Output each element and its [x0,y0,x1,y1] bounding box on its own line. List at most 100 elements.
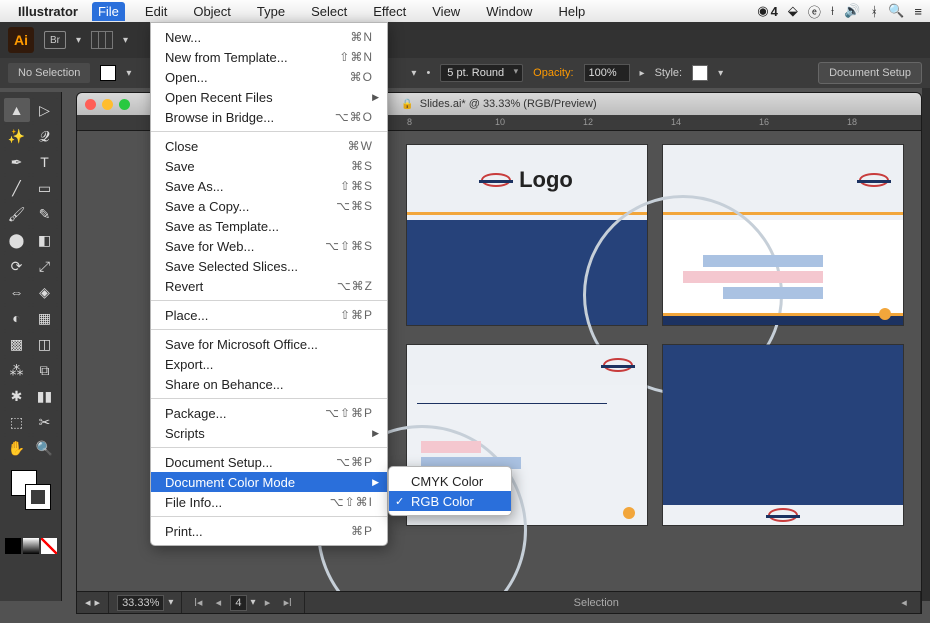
type-tool[interactable]: T [32,150,58,174]
artboard-2[interactable] [663,145,903,325]
first-artboard-icon[interactable]: l◂ [190,596,206,609]
prev-icon[interactable]: ◂ [85,596,91,609]
zoom-input[interactable]: 33.33% [117,595,164,611]
width-tool[interactable]: ⇔ [4,280,30,304]
menu-item-new[interactable]: New...⌘N [151,27,387,47]
menu-item-print[interactable]: Print...⌘P [151,521,387,541]
document-setup-button[interactable]: Document Setup [818,62,922,84]
chevron-right-icon[interactable]: ▸ [640,68,645,79]
menu-view[interactable]: View [426,2,466,21]
menu-window[interactable]: Window [480,2,538,21]
pencil-tool[interactable]: ✎ [32,202,58,226]
menu-item-close[interactable]: Close⌘W [151,136,387,156]
artboard-tool[interactable]: ⬚ [4,410,30,434]
menu-item-scripts[interactable]: Scripts [151,423,387,443]
eraser-tool[interactable]: ◧ [32,228,58,252]
menu-item-save-for-microsoft-office[interactable]: Save for Microsoft Office... [151,334,387,354]
blend-tool[interactable]: ⧉ [32,358,58,382]
selection-tool[interactable]: ▲ [4,98,30,122]
paintbrush-tool[interactable]: 🖌 [4,202,30,226]
menu-edit[interactable]: Edit [139,2,173,21]
file-menu[interactable]: New...⌘NNew from Template...⇧⌘NOpen...⌘O… [150,22,388,546]
notification-icon[interactable]: ≡ [914,4,922,19]
menu-item-export[interactable]: Export... [151,354,387,374]
arrange-documents-icon[interactable] [91,31,113,49]
menu-help[interactable]: Help [552,2,591,21]
shape-builder-tool[interactable]: ◐ [4,306,30,330]
window-minimize-icon[interactable] [102,99,113,110]
direct-selection-tool[interactable]: ▷ [32,98,58,122]
magic-wand-tool[interactable]: ✨ [4,124,30,148]
menu-item-open[interactable]: Open...⌘O [151,67,387,87]
zoom-tool[interactable]: 🔍 [32,436,58,460]
menu-item-save[interactable]: Save⌘S [151,156,387,176]
menu-item-save-as[interactable]: Save As...⇧⌘S [151,176,387,196]
menu-item-document-color-mode[interactable]: Document Color Mode [151,472,387,492]
cc-icon[interactable]: ◉ 4 [757,3,778,19]
blob-brush-tool[interactable]: ⬤ [4,228,30,252]
menu-item-save-selected-slices[interactable]: Save Selected Slices... [151,256,387,276]
chevron-down-icon[interactable]: ▾ [126,68,131,79]
menu-item-browse-in-bridge[interactable]: Browse in Bridge...⌥⌘O [151,107,387,127]
column-graph-tool[interactable]: ▮▮ [32,384,58,408]
dropbox-icon[interactable]: ⬙ [788,3,798,19]
fill-swatch[interactable] [100,65,116,81]
spotlight-icon[interactable]: 🔍 [888,3,904,19]
menu-item-save-a-copy[interactable]: Save a Copy...⌥⌘S [151,196,387,216]
line-tool[interactable]: ╱ [4,176,30,200]
menu-item-revert[interactable]: Revert⌥⌘Z [151,276,387,296]
document-color-mode-submenu[interactable]: CMYK Color✓RGB Color [388,466,512,516]
hand-tool[interactable]: ✋ [4,436,30,460]
pen-tool[interactable]: ✒ [4,150,30,174]
bluetooth-icon[interactable]: ᚼ [870,4,878,19]
menu-item-share-on-behance[interactable]: Share on Behance... [151,374,387,394]
artboard-4[interactable] [663,345,903,525]
gradient-tool[interactable]: ◫ [32,332,58,356]
menu-item-file-info[interactable]: File Info...⌥⇧⌘I [151,492,387,512]
submenu-item-cmyk-color[interactable]: CMYK Color [389,471,511,491]
prev-artboard-icon[interactable]: ◂ [210,596,226,609]
free-transform-tool[interactable]: ◈ [32,280,58,304]
color-mode-swatches[interactable] [5,538,57,554]
window-close-icon[interactable] [85,99,96,110]
volume-icon[interactable]: 🔊 [844,3,860,19]
panel-dock[interactable] [922,88,930,601]
slice-tool[interactable]: ✂ [32,410,58,434]
wifi-icon[interactable]: ⟊ [831,3,834,19]
menu-item-package[interactable]: Package...⌥⇧⌘P [151,403,387,423]
chevron-down-icon[interactable]: ▾ [411,68,416,79]
mesh-tool[interactable]: ▩ [4,332,30,356]
chevron-down-icon[interactable]: ▾ [76,35,81,46]
chevron-down-icon[interactable]: ▾ [718,68,723,79]
window-maximize-icon[interactable] [119,99,130,110]
sync-icon[interactable]: ⓔ [808,2,821,21]
eyedropper-tool[interactable]: ⁂ [4,358,30,382]
chevron-down-icon[interactable]: ▾ [123,35,128,46]
scroll-left-icon[interactable]: ◂ [896,596,912,609]
menu-item-save-for-web[interactable]: Save for Web...⌥⇧⌘S [151,236,387,256]
rotate-tool[interactable]: ⟳ [4,254,30,278]
graphic-style-swatch[interactable] [692,65,708,81]
menu-effect[interactable]: Effect [367,2,412,21]
menu-item-new-from-template[interactable]: New from Template...⇧⌘N [151,47,387,67]
menu-type[interactable]: Type [251,2,291,21]
rectangle-tool[interactable]: ▭ [32,176,58,200]
symbol-sprayer-tool[interactable]: ✱ [4,384,30,408]
perspective-tool[interactable]: ▦ [32,306,58,330]
menu-item-document-setup[interactable]: Document Setup...⌥⌘P [151,452,387,472]
bridge-icon[interactable]: Br [44,31,66,49]
app-name[interactable]: Illustrator [18,4,78,19]
lasso-tool[interactable]: 𝓠 [32,124,58,148]
menu-item-save-as-template[interactable]: Save as Template... [151,216,387,236]
menu-item-open-recent-files[interactable]: Open Recent Files [151,87,387,107]
stroke-profile-dropdown[interactable]: 5 pt. Round [440,64,523,82]
submenu-item-rgb-color[interactable]: ✓RGB Color [389,491,511,511]
menu-item-place[interactable]: Place...⇧⌘P [151,305,387,325]
last-artboard-icon[interactable]: ▸l [280,596,296,609]
menu-object[interactable]: Object [187,2,237,21]
fill-stroke-control[interactable] [11,470,51,510]
next-icon[interactable]: ▸ [95,596,101,609]
opacity-input[interactable]: 100% [584,64,630,82]
menu-select[interactable]: Select [305,2,353,21]
menu-file[interactable]: File [92,2,125,21]
